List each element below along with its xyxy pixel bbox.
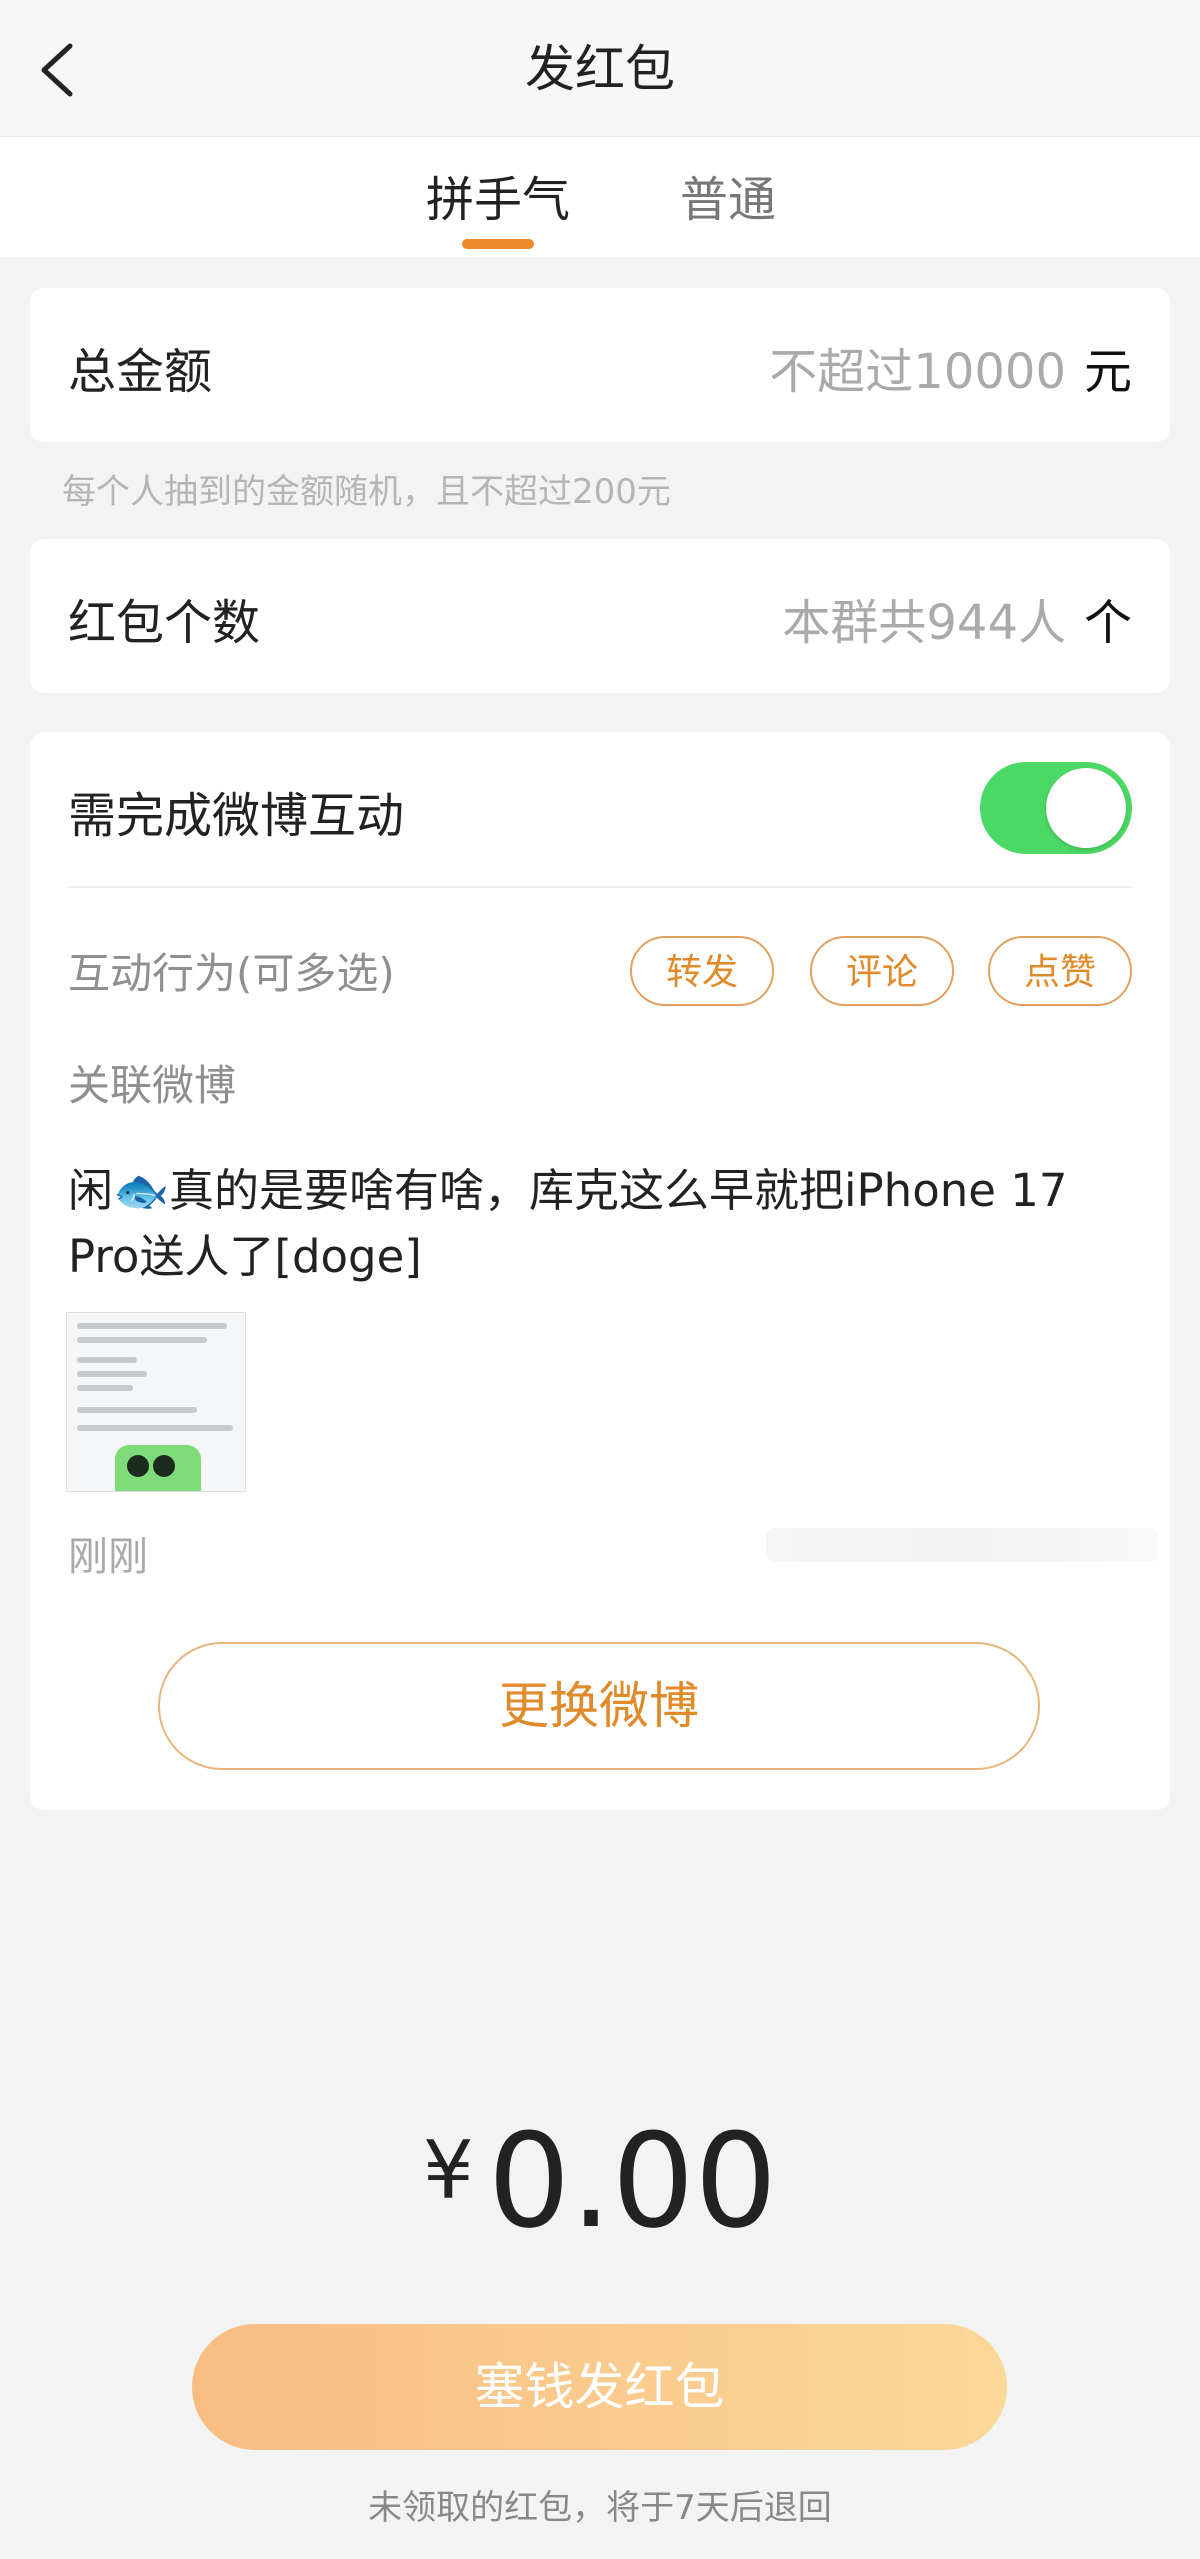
- count-placeholder: 本群共944人: [782, 595, 1066, 651]
- total-amount-placeholder: 不超过10000: [769, 344, 1066, 400]
- currency-symbol: ¥: [422, 2124, 474, 2217]
- refund-note: 未领取的红包，将于7天后退回: [368, 2488, 832, 2528]
- count-field[interactable]: 本群共944人个: [782, 583, 1132, 653]
- blurred-post-meta: [766, 1528, 1158, 1562]
- total-amount-label: 总金额: [68, 344, 213, 400]
- amount-hint: 每个人抽到的金额随机，且不超过200元: [62, 472, 671, 512]
- post-text: 闲🐟真的是要啥有啥，库克这么早就把iPhone 17 Pro送人了[doge]: [68, 1158, 1138, 1290]
- weibo-interaction-card: 需完成微博互动 互动行为(可多选) 转发 评论 点赞 关联微博 闲🐟真的是要啥有…: [30, 732, 1170, 1810]
- top-bar: 发红包: [0, 0, 1200, 137]
- count-unit: 个: [1083, 595, 1132, 651]
- send-red-packet-button[interactable]: 塞钱发红包: [192, 2324, 1007, 2450]
- post-time: 刚刚: [68, 1534, 148, 1580]
- interaction-toggle[interactable]: [980, 762, 1132, 854]
- total-amount-card[interactable]: 总金额 不超过10000 元: [30, 288, 1170, 442]
- total-amount-unit: 元: [1083, 344, 1132, 400]
- action-chip-like[interactable]: 点赞: [988, 936, 1132, 1006]
- tab-normal[interactable]: 普通: [680, 167, 776, 233]
- tab-bar: 拼手气 普通: [0, 137, 1200, 257]
- tab-lucky[interactable]: 拼手气: [426, 167, 570, 233]
- count-card[interactable]: 红包个数 本群共944人个: [30, 539, 1170, 693]
- post-text-after: 真的是要啥有啥，库克这么早就把iPhone 17 Pro送人了[doge]: [68, 1164, 1068, 1283]
- count-label: 红包个数: [68, 595, 261, 651]
- action-chip-comment[interactable]: 评论: [810, 936, 954, 1006]
- interaction-label: 需完成微博互动: [68, 788, 405, 844]
- action-chip-repost[interactable]: 转发: [630, 936, 774, 1006]
- toggle-knob: [1046, 768, 1126, 848]
- phone-image: [115, 1445, 201, 1491]
- post-thumbnail[interactable]: [66, 1312, 246, 1492]
- total-amount-field[interactable]: 不超过10000 元: [769, 332, 1132, 402]
- related-weibo-label: 关联微博: [68, 1061, 237, 1110]
- change-weibo-button[interactable]: 更换微博: [158, 1642, 1040, 1770]
- active-tab-indicator: [462, 239, 534, 249]
- post-text-before: 闲: [68, 1164, 114, 1217]
- fish-emoji: 🐟: [113, 1164, 170, 1217]
- amount-display: ¥0.00: [0, 2105, 1200, 2257]
- page-title: 发红包: [525, 40, 675, 98]
- interaction-actions-label: 互动行为(可多选): [68, 949, 395, 998]
- divider: [68, 886, 1132, 888]
- amount-value: 0.00: [487, 2105, 778, 2257]
